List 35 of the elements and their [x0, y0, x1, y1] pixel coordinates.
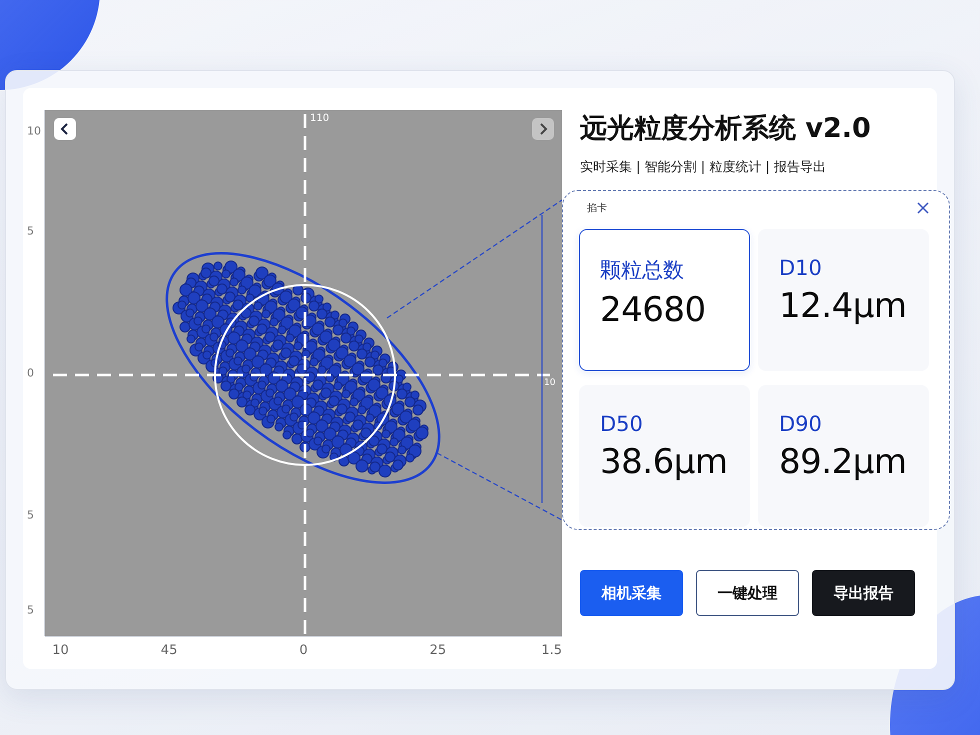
stat-card[interactable]: D10 12.4μm	[758, 229, 929, 371]
axis-label: 5	[27, 508, 34, 522]
panel-label: 掐卡	[587, 202, 607, 215]
chevron-left-icon	[60, 123, 70, 135]
app-title: 远光粒度分析系统 v2.0	[580, 112, 872, 146]
stat-label: 颗粒总数	[600, 257, 685, 284]
action-button[interactable]: 导出报告	[812, 570, 915, 616]
stat-label: D90	[779, 412, 823, 436]
stat-card[interactable]: D90 89.2μm	[758, 385, 929, 527]
stat-label: D50	[600, 412, 644, 436]
axis-label: 5	[27, 224, 34, 238]
axis-label: 10	[52, 643, 69, 658]
close-icon[interactable]	[917, 202, 929, 214]
axis-label: 0	[299, 643, 308, 658]
feature-list: 实时采集 | 智能分割 | 粒度统计 | 报告导出	[580, 158, 950, 176]
action-button[interactable]: 相机采集	[580, 570, 683, 616]
stat-card[interactable]: D50 38.6μm	[579, 385, 750, 527]
next-button[interactable]	[532, 118, 554, 140]
stat-value: 24680	[600, 290, 707, 330]
stat-value: 89.2μm	[779, 442, 908, 482]
axis-label: 10	[27, 124, 41, 138]
stat-label: D10	[779, 256, 823, 280]
stat-card[interactable]: 颗粒总数 24680	[579, 229, 750, 371]
axis-label: 110	[310, 113, 330, 124]
axis-label: 45	[160, 643, 178, 658]
action-button[interactable]: 一键处理	[696, 570, 799, 616]
axis-label: 25	[430, 643, 446, 658]
chevron-right-icon	[538, 123, 548, 135]
stat-value: 12.4μm	[779, 286, 908, 326]
axis-label: 1.5	[541, 643, 562, 658]
axis-label: 0	[27, 366, 34, 380]
axis-label: 10	[544, 378, 556, 388]
previous-button[interactable]	[54, 118, 76, 140]
axis-label: 5	[27, 603, 34, 616]
stat-value: 38.6μm	[600, 442, 728, 482]
